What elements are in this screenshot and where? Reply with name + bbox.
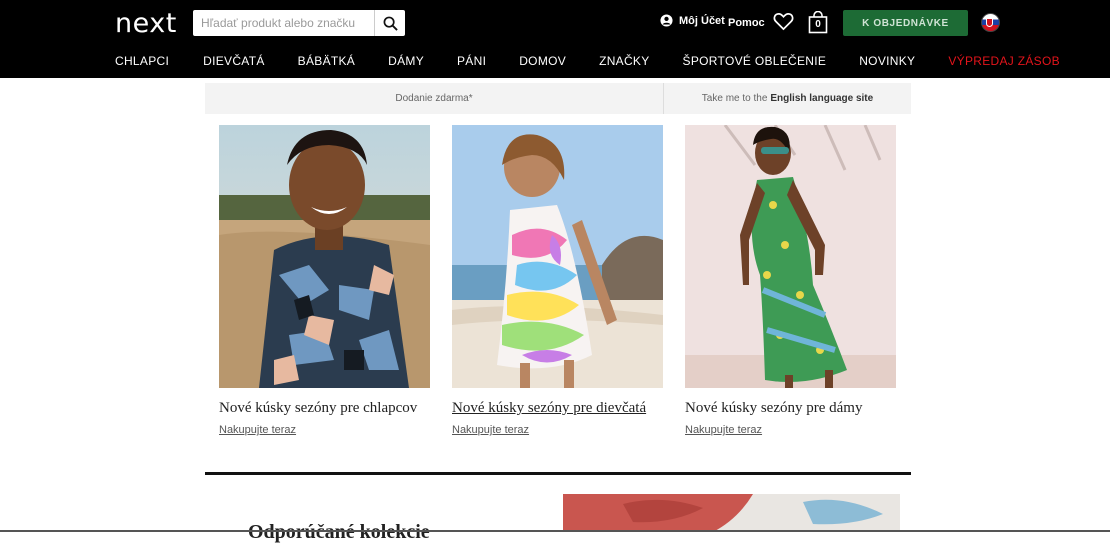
nav-item-home[interactable]: DOMOV (519, 54, 566, 68)
nav-item-sale[interactable]: VÝPREDAJ ZÁSOB (948, 54, 1060, 68)
promo-image-women[interactable] (685, 125, 896, 388)
favourites-button[interactable] (773, 12, 794, 36)
nav-item-men[interactable]: PÁNI (457, 54, 486, 68)
info-strip: Dodanie zdarma* Take me to the English l… (205, 83, 911, 114)
promo-card-boys: Nové kúsky sezóny pre chlapcov Nakupujte… (219, 125, 430, 436)
promo-image-boys[interactable] (219, 125, 430, 388)
account-label: Môj Účet (679, 14, 725, 27)
featured-collection-image[interactable] (563, 494, 900, 532)
english-site-link[interactable]: Take me to the English language site (664, 83, 911, 114)
promo-card-women: Nové kúsky sezóny pre dámy Nakupujte ter… (685, 125, 896, 436)
shop-now-link-boys[interactable]: Nakupujte teraz (219, 424, 430, 436)
search-button[interactable] (374, 10, 405, 36)
free-delivery-text: Dodanie zdarma* (395, 93, 473, 104)
shop-now-link-girls[interactable]: Nakupujte teraz (452, 424, 663, 436)
site-header: next Môj Účet Pomoc 0 K OBJEDNÁVKE CHLAP… (0, 0, 1110, 78)
search-bar (193, 10, 405, 36)
nav-item-baby[interactable]: BÁBÄTKÁ (298, 54, 355, 68)
next-logo[interactable]: next (115, 8, 177, 39)
heart-icon (773, 13, 794, 31)
free-delivery-banner[interactable]: Dodanie zdarma* (205, 83, 664, 114)
nav-item-boys[interactable]: CHLAPCI (115, 54, 169, 68)
promo-title-boys[interactable]: Nové kúsky sezóny pre chlapcov (219, 400, 430, 417)
slovak-flag-icon[interactable] (981, 13, 1000, 32)
nav-item-brands[interactable]: ZNAČKY (599, 54, 649, 68)
promo-title-women[interactable]: Nové kúsky sezóny pre dámy (685, 400, 896, 417)
account-link[interactable]: Môj Účet (660, 14, 725, 27)
promo-title-girls[interactable]: Nové kúsky sezóny pre dievčatá (452, 400, 663, 417)
nav-item-women[interactable]: DÁMY (388, 54, 424, 68)
bag-button[interactable]: 0 (808, 10, 828, 39)
nav-item-sportswear[interactable]: ŠPORTOVÉ OBLEČENIE (683, 54, 827, 68)
user-icon (660, 14, 673, 27)
help-link[interactable]: Pomoc (728, 17, 765, 29)
promo-image-girls[interactable] (452, 125, 663, 388)
promo-card-girls: Nové kúsky sezóny pre dievčatá Nakupujte… (452, 125, 663, 436)
english-site-prefix: Take me to the (701, 93, 768, 104)
checkout-button[interactable]: K OBJEDNÁVKE (843, 10, 968, 36)
english-site-label: English language site (770, 93, 874, 104)
search-icon (383, 16, 398, 31)
featured-collections-heading: Odporúčané kolekcie (248, 521, 430, 543)
nav-item-girls[interactable]: DIEVČATÁ (203, 54, 265, 68)
shop-now-link-women[interactable]: Nakupujte teraz (685, 424, 896, 436)
bag-count: 0 (815, 19, 821, 30)
nav-item-new-in[interactable]: NOVINKY (859, 54, 915, 68)
section-divider (205, 472, 911, 475)
search-input[interactable] (193, 10, 374, 36)
main-nav: CHLAPCI DIEVČATÁ BÁBÄTKÁ DÁMY PÁNI DOMOV… (115, 54, 1060, 68)
